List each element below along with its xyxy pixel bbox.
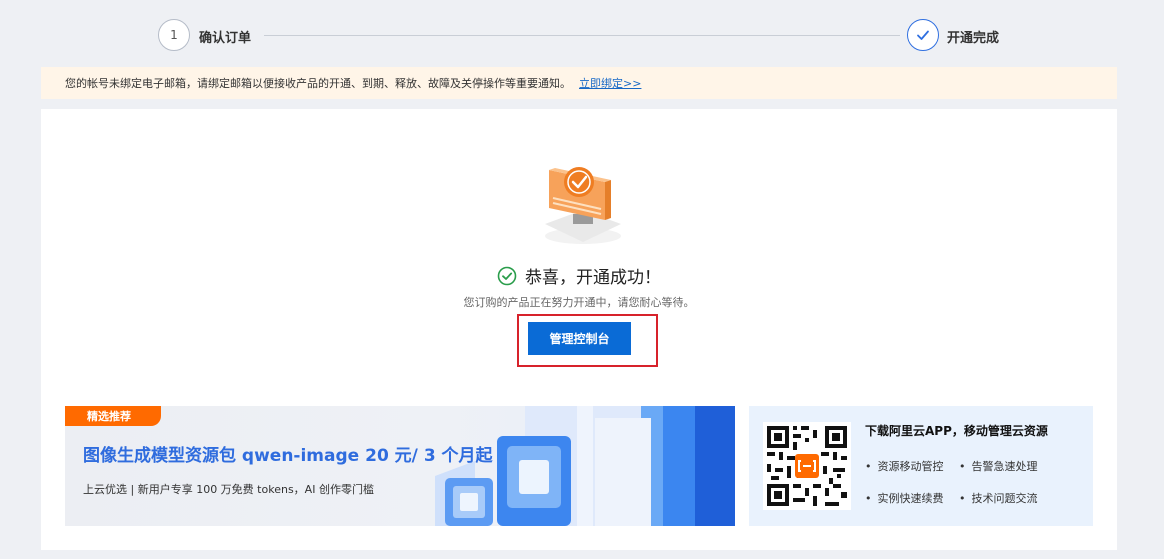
step-2-label: 开通完成 — [947, 31, 1000, 46]
app-feature-item: 技术问题交流 — [959, 490, 1038, 506]
app-feature-item: 资源移动管控 — [865, 458, 944, 474]
success-title: 恭喜，开通成功！ — [525, 268, 661, 288]
promo-description: 上云优选 | 新用户专享 100 万免费 tokens，AI 创作零门槛 — [83, 483, 374, 496]
step-2-check-icon — [907, 19, 939, 51]
app-feature-item: 告警急速处理 — [959, 458, 1038, 474]
success-monitor-icon — [545, 167, 621, 244]
app-feature-item: 实例快速续费 — [865, 490, 944, 506]
promo-cube-illustration — [435, 406, 735, 526]
order-steps: 1 确认订单 开通完成 — [0, 19, 1164, 55]
manage-console-button[interactable]: 管理控制台 — [528, 322, 631, 355]
app-download-card: 下载阿里云APP，移动管理云资源 资源移动管控 告警急速处理 实例快速续费 技术… — [749, 406, 1093, 526]
step-1-label: 确认订单 — [199, 31, 252, 46]
result-card: 恭喜，开通成功！ 您订购的产品正在努力开通中，请您耐心等待。 管理控制台 精选推… — [41, 109, 1117, 550]
app-qr-code — [763, 422, 851, 510]
step-connector — [264, 35, 900, 36]
promo-banner[interactable]: 精选推荐 图像生成模型资源包 qwen-image 20 元/ 3 个月起 上云… — [65, 406, 735, 526]
success-subtitle: 您订购的产品正在努力开通中，请您耐心等待。 — [463, 296, 695, 309]
success-heading: 恭喜，开通成功！ — [41, 263, 1117, 288]
promo-title[interactable]: 图像生成模型资源包 qwen-image 20 元/ 3 个月起 — [83, 441, 493, 466]
success-check-icon — [497, 266, 517, 285]
step-1-number: 1 — [158, 19, 190, 51]
email-binding-notice: 您的帐号未绑定电子邮箱，请绑定邮箱以便接收产品的开通、到期、释放、故障及关停操作… — [41, 67, 1117, 99]
bind-email-link[interactable]: 立即绑定>> — [579, 75, 641, 91]
app-download-title: 下载阿里云APP，移动管理云资源 — [865, 424, 1048, 438]
promo-tag: 精选推荐 — [65, 406, 161, 426]
notice-text: 您的帐号未绑定电子邮箱，请绑定邮箱以便接收产品的开通、到期、释放、故障及关停操作… — [65, 77, 571, 90]
